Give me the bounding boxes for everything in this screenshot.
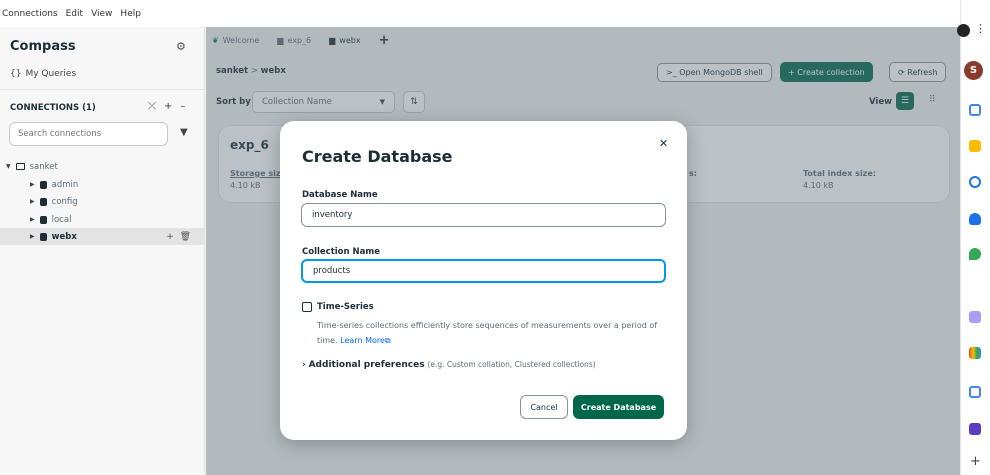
divider [0,89,205,90]
search-connections-input[interactable] [9,122,168,146]
profile-avatar[interactable]: S [964,61,983,80]
connections-header: CONNECTIONS (1) [10,103,96,113]
time-series-label: Time-Series [317,302,374,312]
app-brand: Compass [10,39,76,54]
filter-icon[interactable]: ▼ [180,127,188,138]
menu-connections[interactable]: Connections [2,9,58,19]
add-panel-icon[interactable]: + [970,454,981,469]
collapse-icon[interactable]: ⤫ [148,101,156,112]
connections-toolbar: ⤫ + – [148,101,185,112]
sidebar: Compass ⚙ {} My Queries CONNECTIONS (1) … [0,27,205,475]
database-name-label: Database Name [302,190,378,200]
menu-edit[interactable]: Edit [66,9,83,19]
calendar-icon[interactable] [969,104,981,116]
additional-preferences-label: Additional preferences [308,360,425,370]
chevron-right-icon: › [302,360,306,370]
expand-right-icon: ▶ [30,216,35,223]
server-icon [15,163,25,170]
expand-right-icon: ▶ [30,233,35,240]
database-icon [39,232,47,241]
extension-icon[interactable] [957,24,970,37]
tree-db-local[interactable]: ▶ local [30,211,71,228]
cancel-button[interactable]: Cancel [520,395,568,419]
create-database-modal: Create Database ✕ Database Name Collecti… [280,121,687,440]
collection-name-label: Collection Name [302,247,381,257]
my-queries-link[interactable]: {} My Queries [10,69,76,79]
database-name-field[interactable] [301,203,666,227]
row-actions: + 🗑 [166,232,191,242]
tree-label: local [51,214,72,225]
trash-icon[interactable]: 🗑 [180,232,191,242]
braces-icon: {} [10,69,22,79]
browser-side-panel: ⋮ S + [957,0,990,475]
additional-preferences-toggle[interactable]: › Additional preferences (e.g. Custom co… [302,360,596,370]
database-icon [39,215,47,224]
additional-preferences-hint: (e.g. Custom collation, Clustered collec… [427,360,596,369]
tree-label: admin [51,179,79,190]
expand-right-icon: ▶ [30,181,35,188]
tree-label: webx [51,231,77,242]
database-icon [39,197,47,206]
add-collection-icon[interactable]: + [166,232,174,242]
maps-icon[interactable] [969,248,981,260]
learn-more-label: Learn More [340,336,385,345]
my-queries-label: My Queries [25,69,77,79]
database-icon [39,180,47,189]
tree-db-config[interactable]: ▶ config [30,193,78,210]
keep-icon[interactable] [969,140,981,152]
create-database-button[interactable]: Create Database [573,395,664,419]
menu-bar: Connections Edit View Help [0,0,960,27]
meet-icon[interactable] [969,386,981,398]
time-series-description: Time-series collections efficiently stor… [317,318,669,348]
add-connection-icon[interactable]: + [164,101,172,112]
tree-db-admin[interactable]: ▶ admin [30,176,78,193]
kebab-menu-icon[interactable]: ⋮ [975,22,986,35]
menu-view[interactable]: View [91,9,112,19]
contacts-icon[interactable] [969,213,981,225]
expand-right-icon: ▶ [30,198,35,205]
more-icon[interactable]: – [180,101,185,112]
app-icon-2[interactable] [969,423,981,435]
workspace-icon[interactable] [969,347,981,359]
tree-label: sanket [29,161,58,172]
app-icon[interactable] [969,311,981,323]
external-link-icon: ⧉ [384,336,391,345]
tree-connection-sanket[interactable]: ▼ sanket [6,158,58,175]
menu-help[interactable]: Help [120,9,141,19]
tree-label: config [51,196,78,207]
learn-more-link[interactable]: Learn More⧉ [340,336,390,345]
collection-name-field[interactable] [301,259,666,283]
time-series-checkbox[interactable] [302,302,312,312]
expand-down-icon: ▼ [6,163,11,170]
close-icon[interactable]: ✕ [659,137,668,150]
modal-title: Create Database [302,147,453,166]
tree-db-webx[interactable]: ▶ webx + 🗑 [0,228,205,245]
gear-icon[interactable]: ⚙ [176,40,186,53]
tasks-icon[interactable] [969,176,981,188]
